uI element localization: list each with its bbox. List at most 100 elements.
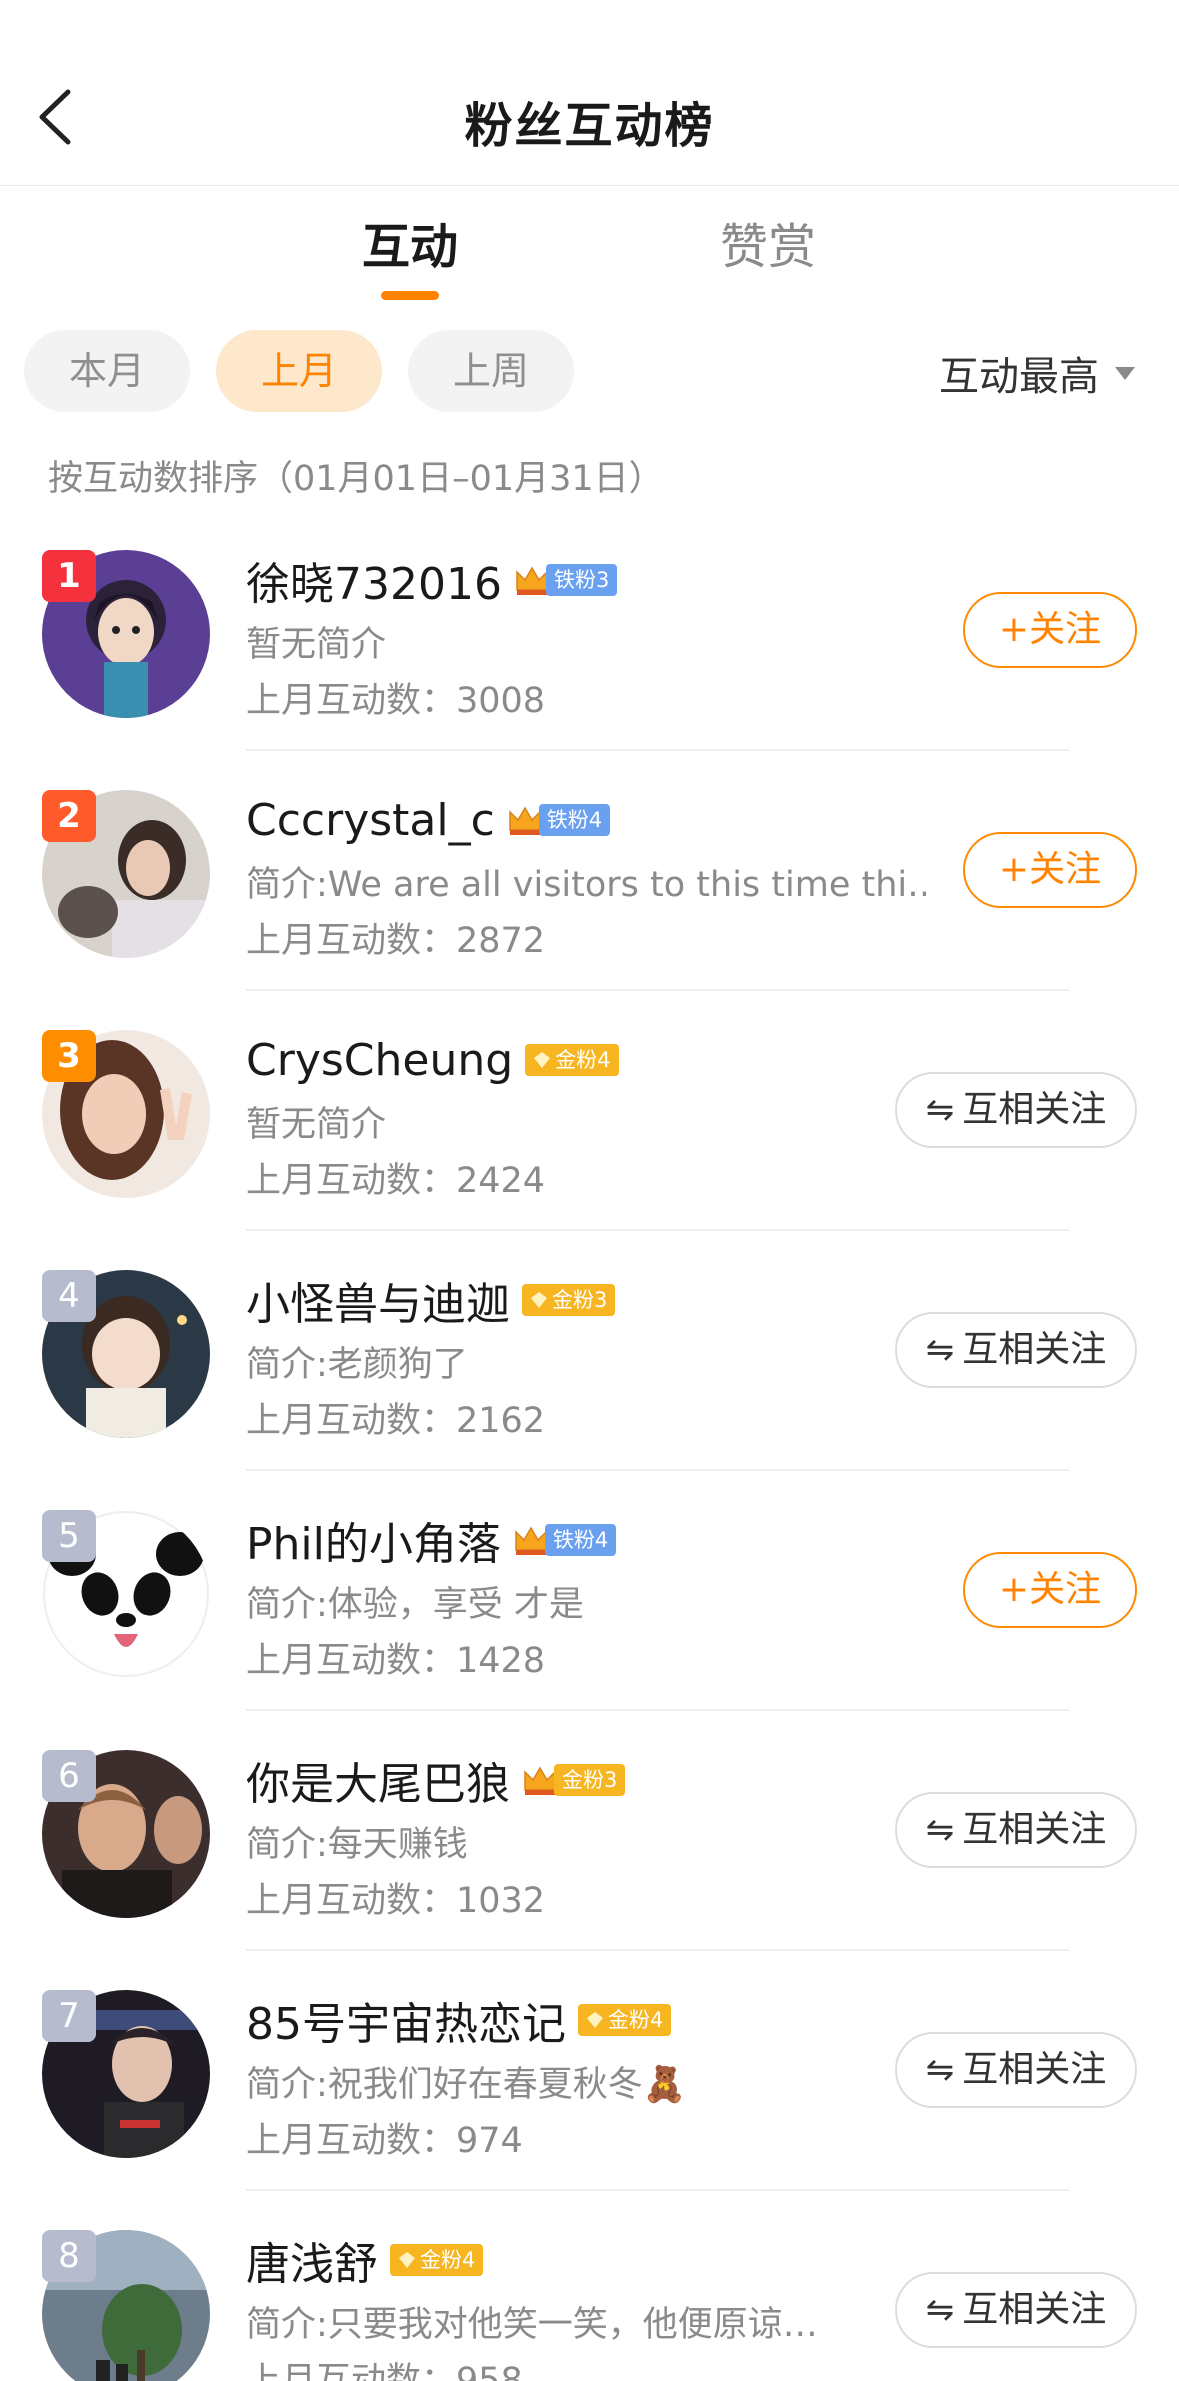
fan-bio: 简介:祝我们好在春夏秋冬🧸: [246, 2065, 687, 2105]
crown-icon: [514, 564, 550, 596]
mutual-follow-icon: ⇋: [925, 1090, 955, 1130]
list-item[interactable]: 7 85号宇宙热恋记 金粉4 简介:祝我们好在春夏秋冬🧸 上月互动数：974 ⇋…: [0, 1980, 1179, 2220]
fan-name-line: 小怪兽与迪迦 金粉3: [246, 1268, 616, 1332]
fan-name[interactable]: Cccrystal_c: [246, 795, 495, 846]
fan-level-label: 金粉3: [552, 1288, 608, 1312]
filter-last-week[interactable]: 上周: [408, 330, 574, 412]
list-item[interactable]: 8 唐浅舒 金粉4 简介:只要我对他笑一笑，他便原谅… 上月互动数：958 ⇋ 互…: [0, 2220, 1179, 2381]
rank-badge: 1: [42, 550, 96, 602]
follow-button[interactable]: +关注: [963, 592, 1137, 668]
fan-name[interactable]: 小怪兽与迪迦: [246, 1268, 510, 1332]
list-item[interactable]: 4 小怪兽与迪迦 金粉3 简介:老颜狗了 上月互动数：2162 ⇋ 互相关注: [0, 1260, 1179, 1500]
gem-icon: [534, 1052, 551, 1068]
list-item[interactable]: 5 Phil的小角落 铁粉4 简介:体验，享受 才是 上月互动数：1428 +关…: [0, 1500, 1179, 1740]
fan-name[interactable]: Phil的小角落: [246, 1508, 501, 1572]
fan-level-label: 金粉3: [562, 1768, 618, 1792]
divider: [246, 1229, 1069, 1231]
rank-badge: 2: [42, 790, 96, 842]
fan-bio: 简介:只要我对他笑一笑，他便原谅…: [246, 2305, 818, 2345]
fan-bio: 简介:老颜狗了: [246, 1345, 468, 1385]
sort-label: 互动最高: [939, 354, 1099, 400]
rank-badge: 5: [42, 1510, 96, 1562]
fan-level-badge: 金粉4: [578, 2004, 672, 2036]
fan-name-line: 你是大尾巴狼 金粉3: [246, 1748, 626, 1812]
mutual-follow-icon: ⇋: [925, 2290, 955, 2330]
fan-level-label: 铁粉4: [546, 808, 603, 832]
mutual-follow-button[interactable]: ⇋ 互相关注: [895, 1792, 1137, 1868]
interaction-count: 上月互动数：3008: [246, 681, 546, 721]
crown-icon: [513, 1524, 549, 1556]
fan-bio: 简介:每天赚钱: [246, 1825, 468, 1865]
filter-this-month[interactable]: 本月: [24, 330, 190, 412]
interaction-count: 上月互动数：974: [246, 2121, 523, 2161]
interaction-count: 上月互动数：958: [246, 2361, 523, 2381]
fan-level-label: 铁粉4: [552, 1528, 609, 1552]
mutual-follow-icon: ⇋: [925, 2050, 955, 2090]
tab-reward[interactable]: 赞赏: [668, 207, 868, 277]
crown-icon: [507, 804, 543, 836]
divider: [246, 1469, 1069, 1471]
follow-button[interactable]: +关注: [963, 1552, 1137, 1628]
mutual-follow-icon: ⇋: [925, 1330, 955, 1370]
list-item[interactable]: 3 CrysCheung 金粉4 暂无简介 上月互动数：2424 ⇋ 互相关注: [0, 1020, 1179, 1260]
interaction-count: 上月互动数：2162: [246, 1401, 546, 1441]
fan-level-badge: 金粉3: [522, 1284, 616, 1316]
mutual-follow-button[interactable]: ⇋ 互相关注: [895, 2032, 1137, 2108]
rank-badge: 4: [42, 1270, 96, 1322]
list-item[interactable]: 6 你是大尾巴狼 金粉3 简介:每天赚钱 上月互动数：1032 ⇋ 互相关注: [0, 1740, 1179, 1980]
interaction-count: 上月互动数：2424: [246, 1161, 546, 1201]
interaction-count: 上月互动数：2872: [246, 921, 546, 961]
fan-level-label: 金粉4: [555, 1048, 611, 1072]
mutual-follow-button[interactable]: ⇋ 互相关注: [895, 1312, 1137, 1388]
fan-name[interactable]: 唐浅舒: [246, 2228, 378, 2292]
gem-icon: [531, 1292, 547, 1308]
gem-icon: [399, 2252, 415, 2268]
mutual-follow-button[interactable]: ⇋ 互相关注: [895, 2272, 1137, 2348]
fan-name-line: Cccrystal_c 铁粉4: [246, 790, 611, 850]
fan-name-line: Phil的小角落 铁粉4: [246, 1508, 617, 1572]
fan-name[interactable]: CrysCheung: [246, 1035, 513, 1086]
rank-badge: 6: [42, 1750, 96, 1802]
tab-bar: 互动 赞赏: [0, 195, 1179, 305]
divider: [246, 2189, 1069, 2191]
fan-level-badge: 铁粉4: [538, 804, 611, 836]
tab-interaction[interactable]: 互动: [310, 207, 510, 277]
fan-name[interactable]: 徐晓732016: [246, 548, 502, 612]
fan-level-badge: 金粉4: [525, 1044, 619, 1076]
fan-name-line: 85号宇宙热恋记 金粉4: [246, 1988, 672, 2052]
mutual-follow-button[interactable]: ⇋ 互相关注: [895, 1072, 1137, 1148]
fan-list: 1 徐晓732016 铁粉3 暂无简介 上月互动数：3008 +关注 2 Ccc…: [0, 540, 1179, 2381]
fan-level-label: 金粉4: [608, 2008, 664, 2032]
list-item[interactable]: 1 徐晓732016 铁粉3 暂无简介 上月互动数：3008 +关注: [0, 540, 1179, 780]
fan-bio: 简介:体验，享受 才是: [246, 1585, 584, 1625]
fan-level-badge: 金粉3: [554, 1764, 626, 1796]
fan-level-label: 金粉4: [420, 2248, 476, 2272]
button-label: 互相关注: [962, 1089, 1107, 1130]
page-title: 粉丝互动榜: [464, 98, 715, 154]
fan-ranking-page: 粉丝互动榜 互动 赞赏 本月 上月 上周 互动最高 按互动数排序（01月01日–…: [0, 0, 1179, 2381]
mutual-follow-icon: ⇋: [925, 1810, 955, 1850]
fan-bio: 暂无简介: [246, 1105, 387, 1145]
fan-level-badge: 铁粉3: [545, 564, 618, 596]
fan-name[interactable]: 85号宇宙热恋记: [246, 1988, 566, 2052]
fan-name-line: 唐浅舒 金粉4: [246, 2228, 484, 2292]
fan-level-badge: 金粉4: [390, 2244, 484, 2276]
rank-badge: 8: [42, 2230, 96, 2282]
header-bar: 粉丝互动榜: [0, 0, 1179, 186]
rank-badge: 7: [42, 1990, 96, 2042]
button-label: 互相关注: [962, 2049, 1107, 2090]
sort-dropdown[interactable]: 互动最高: [939, 344, 1135, 402]
crown-icon: [522, 1764, 558, 1796]
active-tab-indicator: [381, 291, 439, 300]
fan-name-line: CrysCheung 金粉4: [246, 1030, 619, 1090]
fan-name-line: 徐晓732016 铁粉3: [246, 548, 618, 612]
divider: [246, 749, 1069, 751]
list-item[interactable]: 2 Cccrystal_c 铁粉4 简介:We are all visitors…: [0, 780, 1179, 1020]
fan-bio: 简介:We are all visitors to this time thi…: [246, 865, 926, 905]
divider: [246, 989, 1069, 991]
fan-level-badge: 铁粉4: [544, 1524, 617, 1556]
follow-button[interactable]: +关注: [963, 832, 1137, 908]
filter-last-month[interactable]: 上月: [216, 330, 382, 412]
divider: [246, 1709, 1069, 1711]
fan-name[interactable]: 你是大尾巴狼: [246, 1748, 510, 1812]
